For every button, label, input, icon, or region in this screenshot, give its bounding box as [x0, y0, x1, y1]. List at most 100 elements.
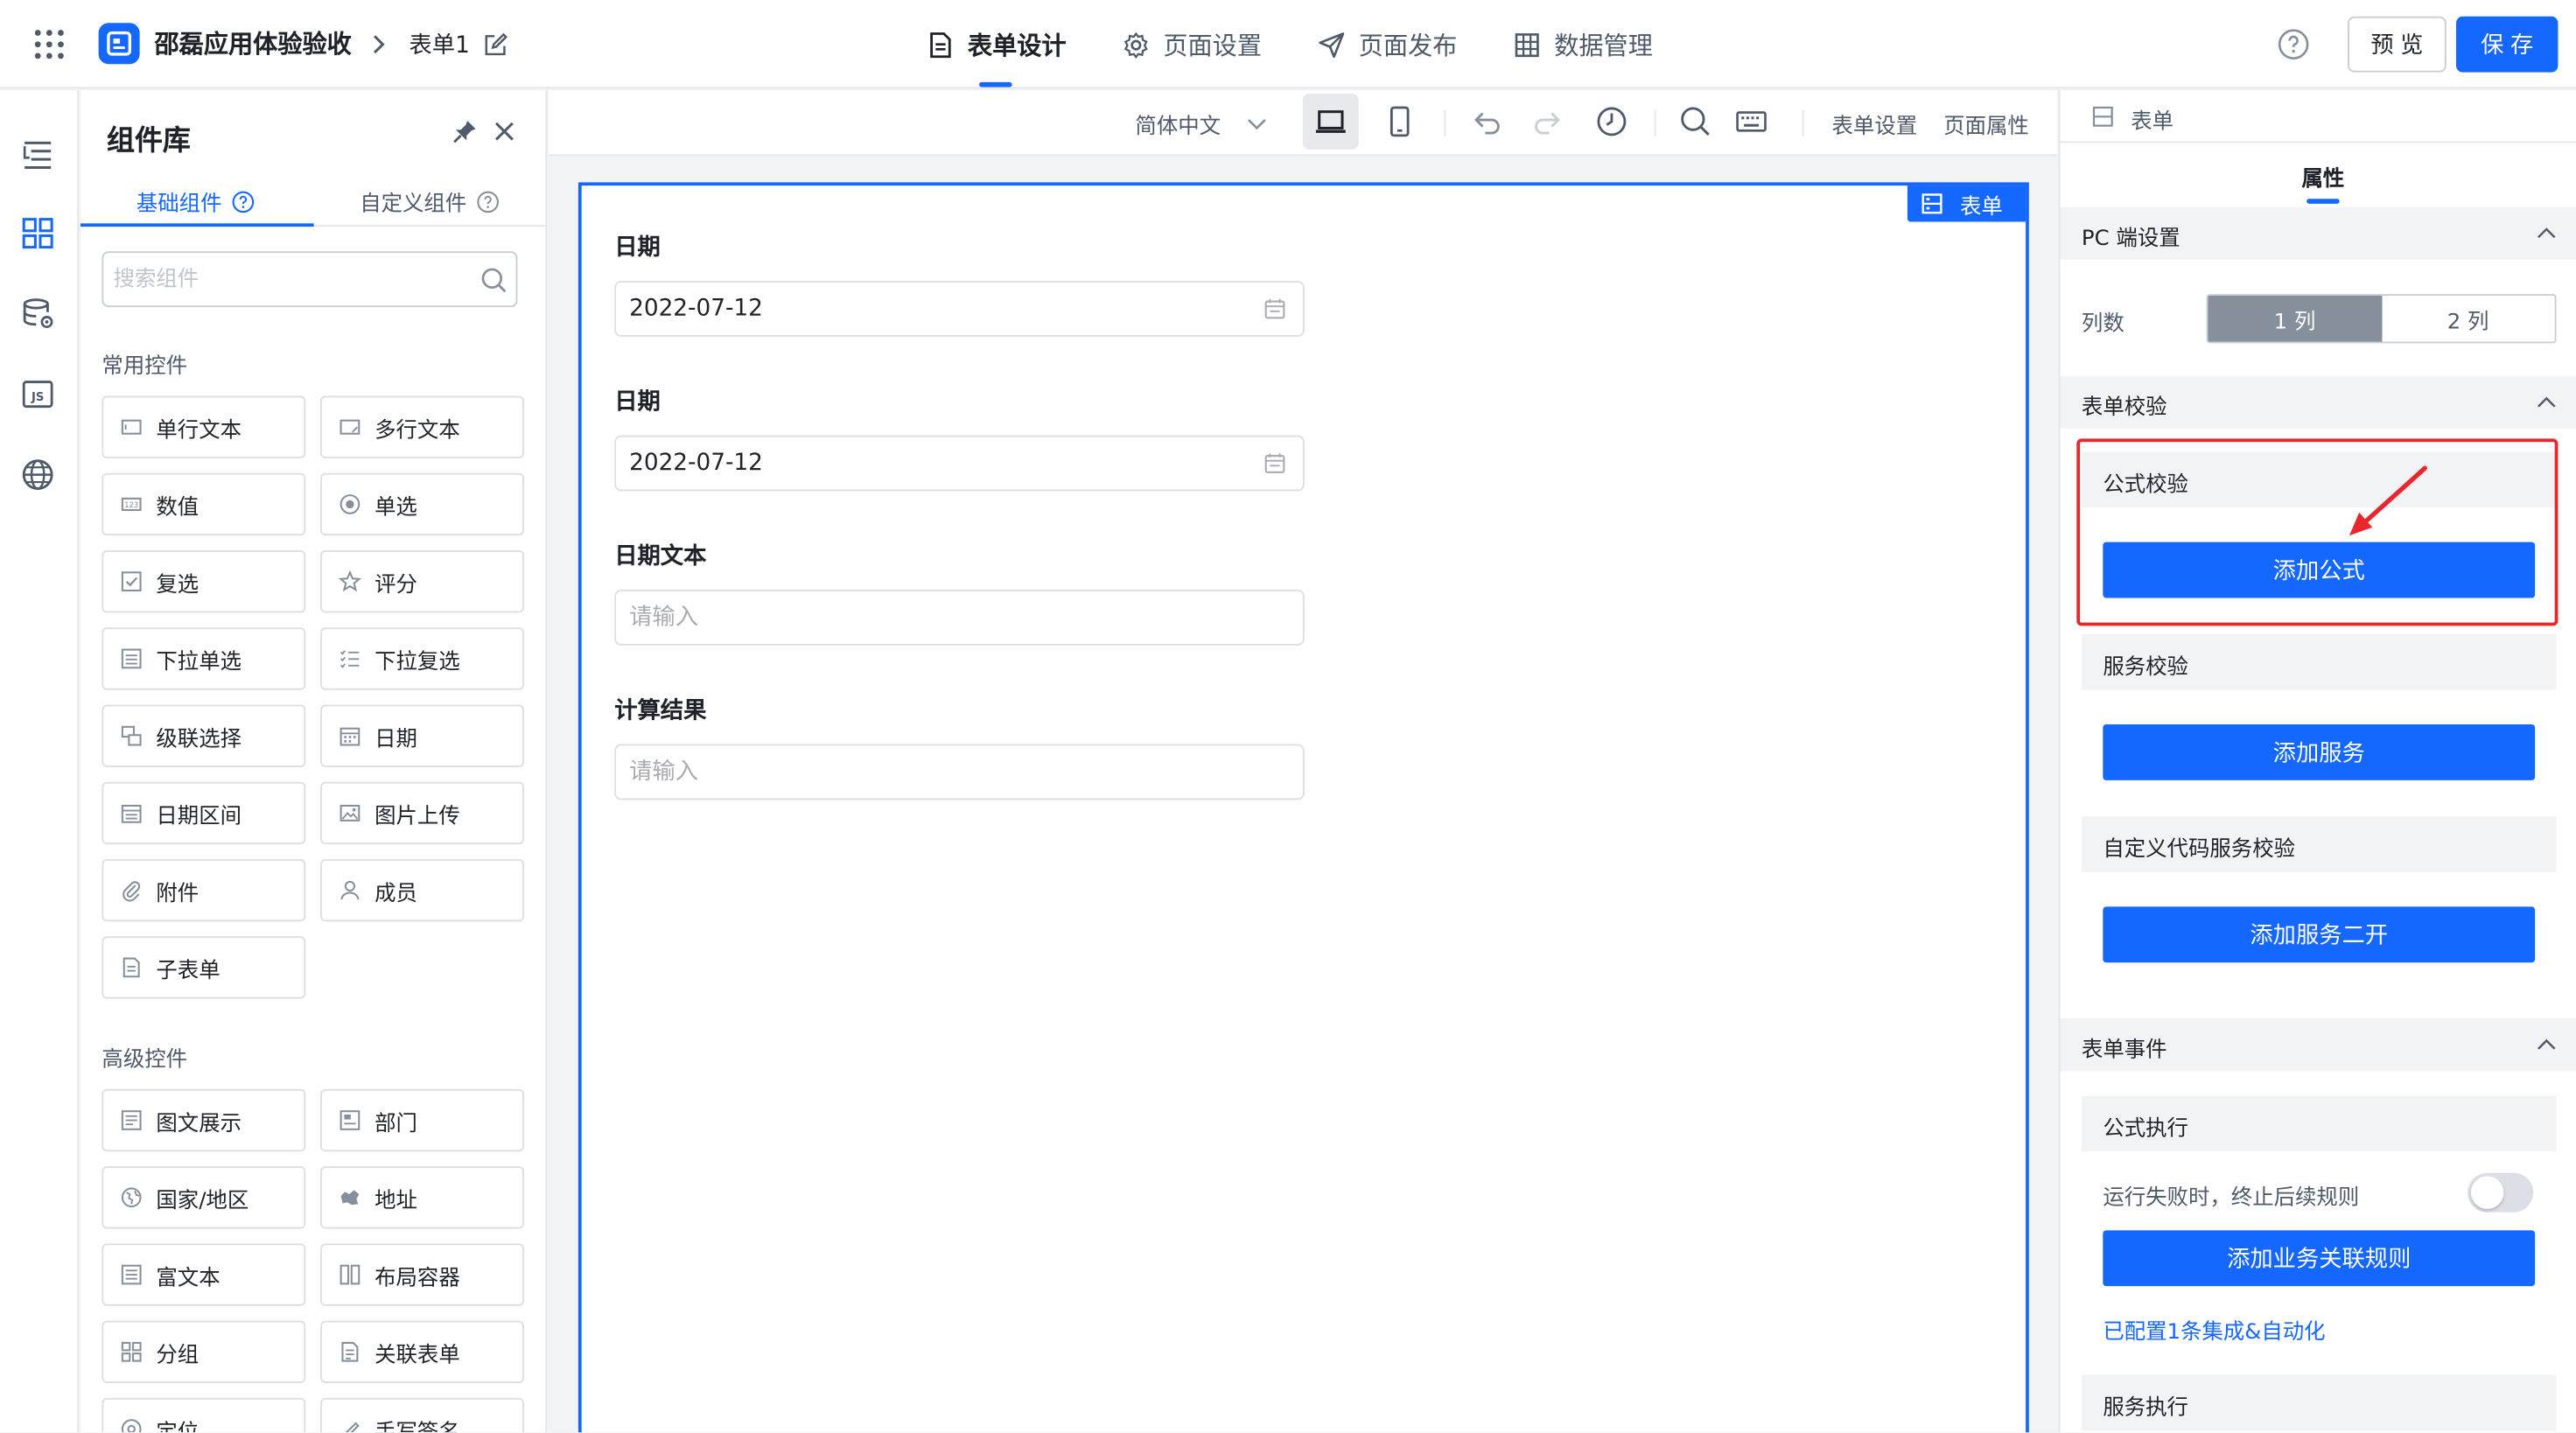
- add-custom-service-button[interactable]: 添加服务二开: [2103, 906, 2536, 963]
- component-single-line-text[interactable]: 单行文本: [102, 395, 306, 458]
- section-pc-settings[interactable]: PC 端设置: [2060, 206, 2576, 260]
- tab-properties[interactable]: 属性: [2302, 161, 2345, 192]
- component-select[interactable]: 下拉单选: [102, 627, 306, 690]
- edit-icon[interactable]: [483, 31, 509, 58]
- datasource-icon[interactable]: [20, 296, 56, 332]
- language-select[interactable]: 简体中文: [1135, 108, 1221, 139]
- subsection-service-execution: 服务执行: [2081, 1374, 2557, 1431]
- search-input[interactable]: [113, 253, 458, 306]
- component-label: 下拉复选: [374, 649, 460, 675]
- subform-icon: [122, 957, 140, 978]
- tab-basic-components[interactable]: 基础组件: [136, 185, 255, 217]
- tab-label: 页面设置: [1163, 30, 1263, 60]
- outline-icon[interactable]: [20, 136, 56, 172]
- js-icon[interactable]: JS: [20, 376, 56, 412]
- section-form-validation[interactable]: 表单校验: [2060, 375, 2576, 430]
- active-tab-indicator: [2306, 199, 2340, 204]
- component-label: 评分: [374, 572, 417, 598]
- undo-icon[interactable]: [1470, 105, 1503, 138]
- history-icon[interactable]: [1595, 105, 1628, 138]
- component-radio[interactable]: 单选: [320, 472, 524, 536]
- save-button[interactable]: 保存: [2456, 16, 2558, 73]
- component-label: 子表单: [156, 958, 220, 983]
- chevron-up-icon[interactable]: [2535, 221, 2558, 244]
- component-layout[interactable]: 布局容器: [320, 1243, 524, 1306]
- redo-icon[interactable]: [1531, 105, 1564, 138]
- mobile-icon[interactable]: [1383, 105, 1417, 138]
- keyboard-icon[interactable]: [1735, 105, 1768, 138]
- component-signature[interactable]: 手写签名: [320, 1397, 524, 1433]
- component-address[interactable]: 地址: [320, 1166, 524, 1229]
- text-input[interactable]: [629, 591, 1237, 645]
- app-grid-icon[interactable]: [33, 28, 66, 61]
- page-properties-link[interactable]: 页面属性: [1943, 108, 2029, 139]
- component-location[interactable]: 定位: [102, 1397, 306, 1433]
- search-icon[interactable]: [480, 266, 508, 294]
- component-attachment[interactable]: 附件: [102, 858, 306, 922]
- component-subform[interactable]: 子表单: [102, 936, 306, 999]
- form-badge[interactable]: 表单: [1907, 185, 2026, 222]
- field-label: 日期: [614, 234, 661, 262]
- cascader-icon: [121, 725, 142, 746]
- toolbar-separator: [1444, 109, 1446, 136]
- component-country[interactable]: 国家/地区: [102, 1166, 306, 1229]
- component-number[interactable]: 123 数值: [102, 472, 306, 536]
- question-icon[interactable]: [232, 190, 255, 213]
- component-rich-text[interactable]: 富文本: [102, 1243, 306, 1306]
- component-cascader[interactable]: 级联选择: [102, 704, 306, 767]
- component-member[interactable]: 成员: [320, 858, 524, 922]
- form-name[interactable]: 表单1: [410, 28, 470, 61]
- globe-icon[interactable]: [20, 457, 56, 493]
- component-date-range[interactable]: 日期区间: [102, 781, 306, 845]
- component-label: 手写签名: [374, 1420, 460, 1433]
- tab-form-design[interactable]: 表单设计: [927, 0, 1067, 88]
- components-icon[interactable]: [20, 215, 56, 251]
- component-checkbox[interactable]: 复选: [102, 549, 306, 613]
- stop-on-fail-toggle[interactable]: [2468, 1172, 2534, 1213]
- chevron-up-icon[interactable]: [2535, 391, 2558, 414]
- component-group[interactable]: 分组: [102, 1320, 306, 1383]
- question-icon[interactable]: [477, 190, 500, 213]
- configured-automation-link[interactable]: 已配置1条集成&自动化: [2103, 1314, 2325, 1346]
- date-range-icon: [121, 804, 142, 823]
- pin-icon[interactable]: [452, 118, 478, 144]
- checkbox-icon: [121, 571, 142, 592]
- component-star[interactable]: 评分: [320, 549, 524, 613]
- add-business-rule-button[interactable]: 添加业务关联规则: [2103, 1230, 2536, 1287]
- component-label: 分组: [156, 1342, 200, 1368]
- component-department[interactable]: 部门: [320, 1088, 524, 1152]
- section-form-events[interactable]: 表单事件: [2060, 1018, 2576, 1072]
- component-multi-line-text[interactable]: 多行文本: [320, 395, 524, 458]
- component-rich-display[interactable]: 图文展示: [102, 1088, 306, 1152]
- tab-custom-components[interactable]: 自定义组件: [360, 185, 500, 217]
- single-line-text-icon: [121, 419, 142, 435]
- app-name[interactable]: 邵磊应用体验验收: [154, 26, 351, 60]
- component-image-upload[interactable]: 图片上传: [320, 781, 524, 845]
- search-icon[interactable]: [1679, 105, 1712, 138]
- component-multi-select[interactable]: 下拉复选: [320, 627, 524, 690]
- preview-button[interactable]: 预览: [2348, 16, 2446, 73]
- component-related-form[interactable]: 关联表单: [320, 1320, 524, 1383]
- component-label: 富文本: [156, 1265, 220, 1290]
- desktop-icon[interactable]: [1314, 105, 1348, 138]
- date-input[interactable]: [629, 437, 1237, 490]
- chevron-up-icon[interactable]: [2535, 1033, 2558, 1056]
- form-settings-link[interactable]: 表单设置: [1832, 108, 1918, 139]
- form-canvas[interactable]: 表单 日期日期日期文本计算结果: [578, 182, 2029, 1433]
- component-label: 图文展示: [156, 1111, 242, 1136]
- add-service-button[interactable]: 添加服务: [2103, 724, 2536, 780]
- columns-option-2[interactable]: 2 列: [2382, 296, 2555, 342]
- help-icon[interactable]: [2277, 28, 2310, 61]
- tab-data-management[interactable]: 数据管理: [1513, 0, 1653, 88]
- date-input[interactable]: [629, 282, 1237, 336]
- tab-page-settings[interactable]: 页面设置: [1122, 0, 1262, 88]
- text-input[interactable]: [629, 745, 1237, 799]
- tab-page-publish[interactable]: 页面发布: [1318, 0, 1457, 88]
- chevron-down-icon[interactable]: [1245, 112, 1268, 135]
- calendar-icon[interactable]: [1264, 451, 1286, 474]
- component-date[interactable]: 日期: [320, 704, 524, 767]
- columns-option-1[interactable]: 1 列: [2208, 295, 2382, 342]
- close-icon[interactable]: [491, 118, 517, 144]
- related-form-icon: [341, 1341, 359, 1362]
- calendar-icon[interactable]: [1264, 297, 1286, 320]
